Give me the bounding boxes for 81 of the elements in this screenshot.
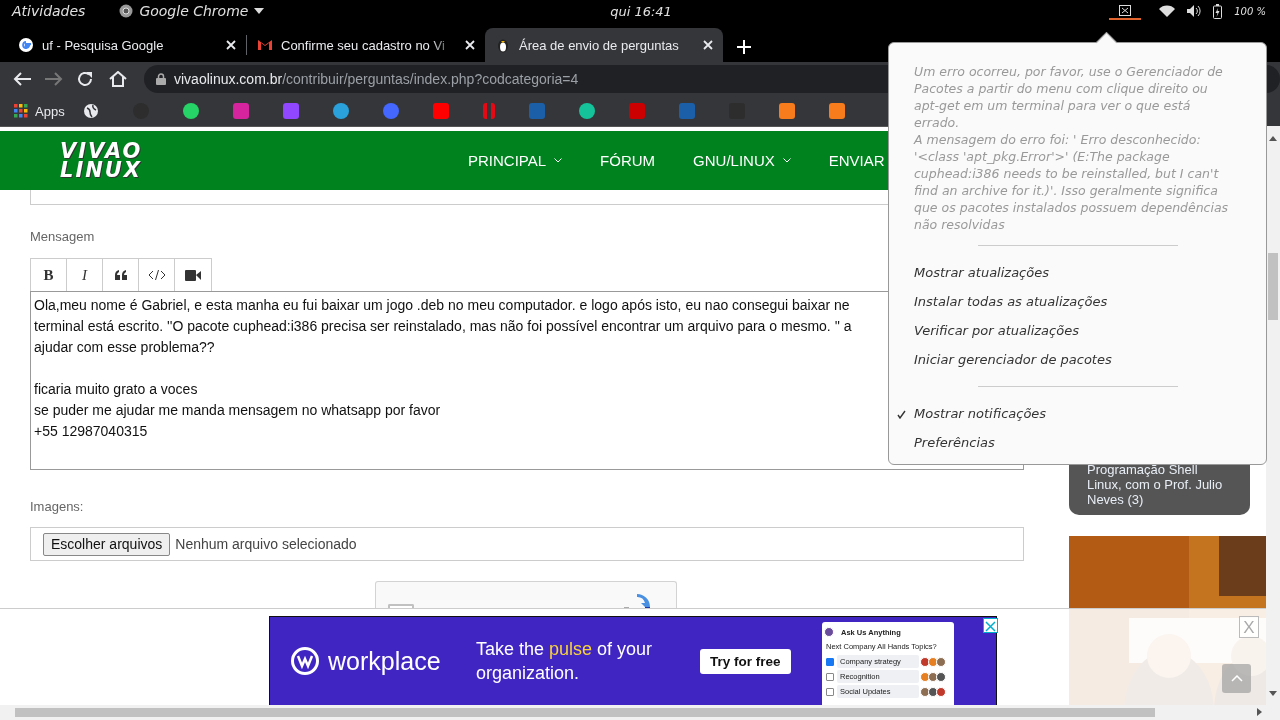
bookmark-icon[interactable] [482,103,495,119]
message-text: Ola,meu nome é Gabriel, e esta manha eu fui baixar um jogo .deb no meu computador. e logo após isto, eu nao consegui baixar ne terminal está escrito. ''O pacote cuphead:i386 precisa ser reinstalado, mas não foi possível encontrar um arquivo para o mesmo. '' a ajudar com esse problema?? [34,296,852,357]
horizontal-scrollbar[interactable] [0,705,1280,720]
apps-shortcut[interactable]: Apps [14,103,65,119]
menu-item[interactable]: Mostrar atualizações [889,258,1266,287]
choose-files-button[interactable]: Escolher arquivos [43,532,171,556]
google-icon [18,37,34,53]
bookmark-icon[interactable] [232,103,249,119]
scrollbar-thumb[interactable] [15,708,1155,717]
wifi-icon [1159,4,1176,18]
message-text: ficaria muito grato a voces se puder me ajudar me manda mensagem no whatsapp por favor +55 12987040315 [34,380,441,441]
file-status: Nenhum arquivo selecionado [175,536,357,552]
globe-icon[interactable] [82,103,99,119]
bookmark-icon[interactable] [778,103,795,119]
caret-icon [254,8,265,14]
chevron-up-icon [1230,675,1243,682]
avatars [922,656,946,667]
browser-tab[interactable]: uf - Pesquisa Google [8,28,246,62]
app-menu[interactable]: Google Chrome [119,3,265,19]
try-free-button[interactable]: Try for free [700,648,791,674]
poll-checkbox[interactable] [826,657,834,666]
nav-link[interactable]: PRINCIPAL [468,152,563,169]
field-label: Imagens: [30,498,85,516]
workplace-logo: workplace [290,646,476,676]
avatars [922,686,946,697]
forward-icon[interactable] [44,71,64,87]
bookmark-icon[interactable] [432,103,449,119]
avatar [824,627,834,637]
close-button[interactable] [983,618,998,633]
vertical-scrollbar[interactable] [1266,126,1280,705]
nav-link[interactable]: ENVIAR [828,152,885,169]
apps-grid-icon [14,104,28,118]
menu-item[interactable]: Iniciar gerenciador de pacotes [889,345,1266,374]
mail-icon [257,37,273,53]
menu-item[interactable]: Mostrar notificações [889,399,1266,428]
code-icon [148,270,165,280]
bookmark-icon[interactable] [332,103,349,119]
penguin-icon [495,37,511,53]
bookmark-icon[interactable] [578,103,595,119]
close-icon [984,620,997,633]
chrome-icon [119,4,134,18]
poll-checkbox[interactable] [826,687,834,696]
field-label: Mensagem [30,228,96,246]
scroll-right-icon[interactable] [1257,708,1262,716]
tray-button[interactable] [1109,2,1142,20]
menu-item[interactable]: Instalar todas as atualizações [889,287,1266,316]
bookmark-icon[interactable] [828,103,845,119]
ad-headline: Take the pulse of your organization. [476,638,654,685]
close-icon[interactable] [703,40,713,50]
close-icon[interactable] [226,40,236,50]
url-text: vivaolinux.com.br/contribuir/perguntas/index.php?codcategoria=4 [174,71,579,87]
activities-button[interactable]: Atividades [12,3,86,19]
close-icon[interactable] [465,40,475,50]
nav-link[interactable]: GNU/LINUX [693,152,791,169]
menu-item[interactable]: Verificar por atualizações [889,316,1266,345]
volume-icon [1187,5,1202,17]
new-tab-icon[interactable] [737,40,751,54]
nav-link[interactable]: FÓRUM [600,152,656,169]
bookmark-icon[interactable] [382,103,399,119]
battery-icon [1213,3,1223,19]
clock[interactable]: qui 16:41 [561,3,721,19]
battery-level: 100 % [1234,5,1266,17]
course-title: Programação Shell Linux, com o Prof. Julio Neves (3) [1087,462,1224,507]
video-camera-icon [185,269,201,281]
bookmark-icon[interactable] [282,103,299,119]
scroll-up-icon[interactable] [1269,136,1277,141]
browser-tab[interactable]: Área de envio de perguntas [485,28,723,62]
menu-item[interactable]: Preferências [889,428,1266,457]
package-icon [1119,5,1132,16]
poll-checkbox[interactable] [826,672,834,681]
file-input[interactable]: Escolher arquivos Nenhum arquivo selecionado [30,527,1024,561]
quote-icon [113,270,128,280]
home-icon[interactable] [108,71,128,87]
back-icon[interactable] [12,71,32,87]
site-logo[interactable]: VIVAO LINUX [60,141,468,180]
scrollbar-thumb[interactable] [1268,253,1278,320]
scroll-down-icon[interactable] [1269,691,1277,696]
avatars [922,671,946,682]
lock-icon [156,73,166,85]
browser-tab[interactable]: Confirme seu cadastro no Vi [247,28,485,62]
bookmark-icon[interactable] [182,103,199,119]
